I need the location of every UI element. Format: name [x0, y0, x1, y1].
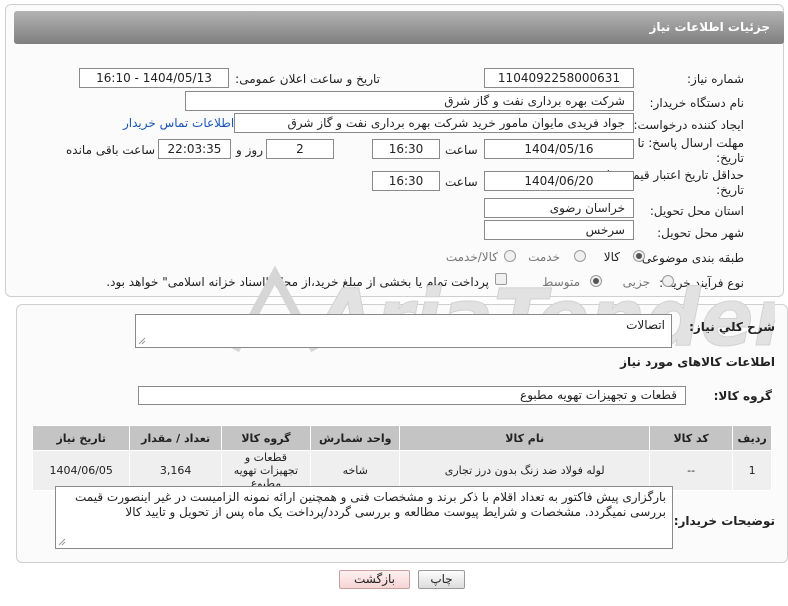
category-both-label: کالا/خدمت	[445, 250, 498, 264]
creator-field[interactable]: جواد فریدی مایوان مامور خرید شرکت بهره ب…	[234, 113, 634, 133]
need-number-label: شماره نیاز:	[687, 72, 744, 86]
treasury-payment-note: پرداخت تمام یا بخشی از مبلغ خرید،از محل …	[106, 275, 489, 289]
city-label: شهر محل تحویل:	[657, 226, 744, 240]
goods-group-field[interactable]: قطعات و تجهیزات تهویه مطبوع	[138, 386, 686, 405]
description-field[interactable]: اتصالات	[135, 314, 672, 348]
days-label: روز و	[236, 143, 263, 157]
back-button[interactable]: بازگشت	[339, 570, 410, 589]
cell-group: قطعات و تجهیزات تهویه مطبوع	[220, 450, 312, 491]
col-name: نام کالا	[399, 425, 651, 451]
province-label: استان محل تحویل:	[649, 204, 744, 218]
buyer-notes-label: توضیحات خریدار:	[673, 514, 775, 528]
category-goods-label: کالا	[603, 250, 620, 264]
page-title: جزئیات اطلاعات نیاز	[649, 20, 770, 34]
remaining-time-field[interactable]: 22:03:35	[158, 139, 231, 159]
buyer-contact-link[interactable]: اطلاعات تماس خریدار	[123, 116, 234, 130]
reply-time-label: ساعت	[445, 143, 478, 157]
reply-deadline-label: مهلت ارسال پاسخ: تا تاریخ:	[637, 136, 744, 165]
description-text: اتصالات	[626, 318, 665, 332]
resize-grip-icon[interactable]	[58, 538, 66, 546]
col-code: کد کالا	[649, 425, 734, 451]
category-service-label: خدمت	[528, 250, 560, 264]
category-goods-radio[interactable]	[633, 250, 645, 262]
need-number-field[interactable]: 1104092258000631	[484, 68, 634, 88]
province-field[interactable]: خراسان رضوی	[484, 198, 634, 218]
reply-time-field[interactable]: 16:30	[372, 139, 440, 159]
cell-unit: شاخه	[310, 450, 401, 491]
announce-date-field[interactable]: 1404/05/13 - 16:10	[79, 68, 229, 88]
buyer-notes-field[interactable]: بارگزاری پیش فاکتور به تعداد اقلام با ذک…	[55, 486, 673, 549]
process-medium-label: متوسط	[542, 275, 580, 289]
col-group: گروه کالا	[220, 425, 312, 451]
process-medium-radio[interactable]	[590, 275, 602, 287]
goods-section-title: اطلاعات کالاهای مورد نیاز	[620, 355, 775, 369]
goods-group-label: گروه کالا:	[713, 389, 772, 403]
col-row: ردیف	[732, 425, 772, 451]
print-button[interactable]: چاپ	[418, 570, 465, 589]
days-field[interactable]: 2	[266, 139, 334, 159]
col-unit: واحد شمارش	[310, 425, 401, 451]
price-time-field[interactable]: 16:30	[372, 171, 440, 191]
page-header: جزئیات اطلاعات نیاز	[14, 11, 784, 44]
col-quantity: تعداد / مقدار	[129, 425, 222, 451]
cell-quantity: 3,164	[129, 450, 222, 491]
announce-date-label: تاریخ و ساعت اعلان عمومی:	[235, 72, 380, 86]
category-both-radio[interactable]	[504, 250, 516, 262]
remaining-label: ساعت باقی مانده	[66, 143, 156, 157]
resize-grip-icon[interactable]	[138, 337, 146, 345]
table-header-row: ردیف کد کالا نام کالا واحد شمارش گروه کا…	[31, 425, 772, 451]
items-table: ردیف کد کالا نام کالا واحد شمارش گروه کا…	[31, 425, 772, 491]
process-minor-label: جزیی	[622, 275, 650, 289]
price-time-label: ساعت	[445, 175, 478, 189]
process-minor-radio[interactable]	[662, 275, 674, 287]
col-need-date: تاریخ نیاز	[31, 425, 131, 451]
buyer-org-label: نام دستگاه خریدار:	[649, 96, 745, 110]
city-field[interactable]: سرخس	[484, 220, 634, 240]
cell-need-date: 1404/06/05	[31, 450, 131, 491]
table-row[interactable]: 1 -- لوله فولاد ضد زنگ بدون درز تجاری شا…	[31, 450, 772, 491]
cell-code: --	[649, 450, 734, 491]
buyer-notes-text: بارگزاری پیش فاکتور به تعداد اقلام با ذک…	[75, 490, 666, 519]
category-label: طبقه بندی موضوعی:	[637, 251, 744, 265]
treasury-payment-checkbox[interactable]	[495, 273, 507, 285]
description-label: شرح کلي نياز:	[689, 320, 775, 334]
creator-label: ایجاد کننده درخواست:	[633, 118, 744, 132]
buyer-org-field[interactable]: شرکت بهره برداری نفت و گاز شرق	[185, 91, 634, 111]
cell-row: 1	[732, 450, 772, 491]
price-date-field[interactable]: 1404/06/20	[484, 171, 634, 191]
reply-date-field[interactable]: 1404/05/16	[484, 139, 634, 159]
category-service-radio[interactable]	[574, 250, 586, 262]
cell-name: لوله فولاد ضد زنگ بدون درز تجاری	[399, 450, 651, 491]
